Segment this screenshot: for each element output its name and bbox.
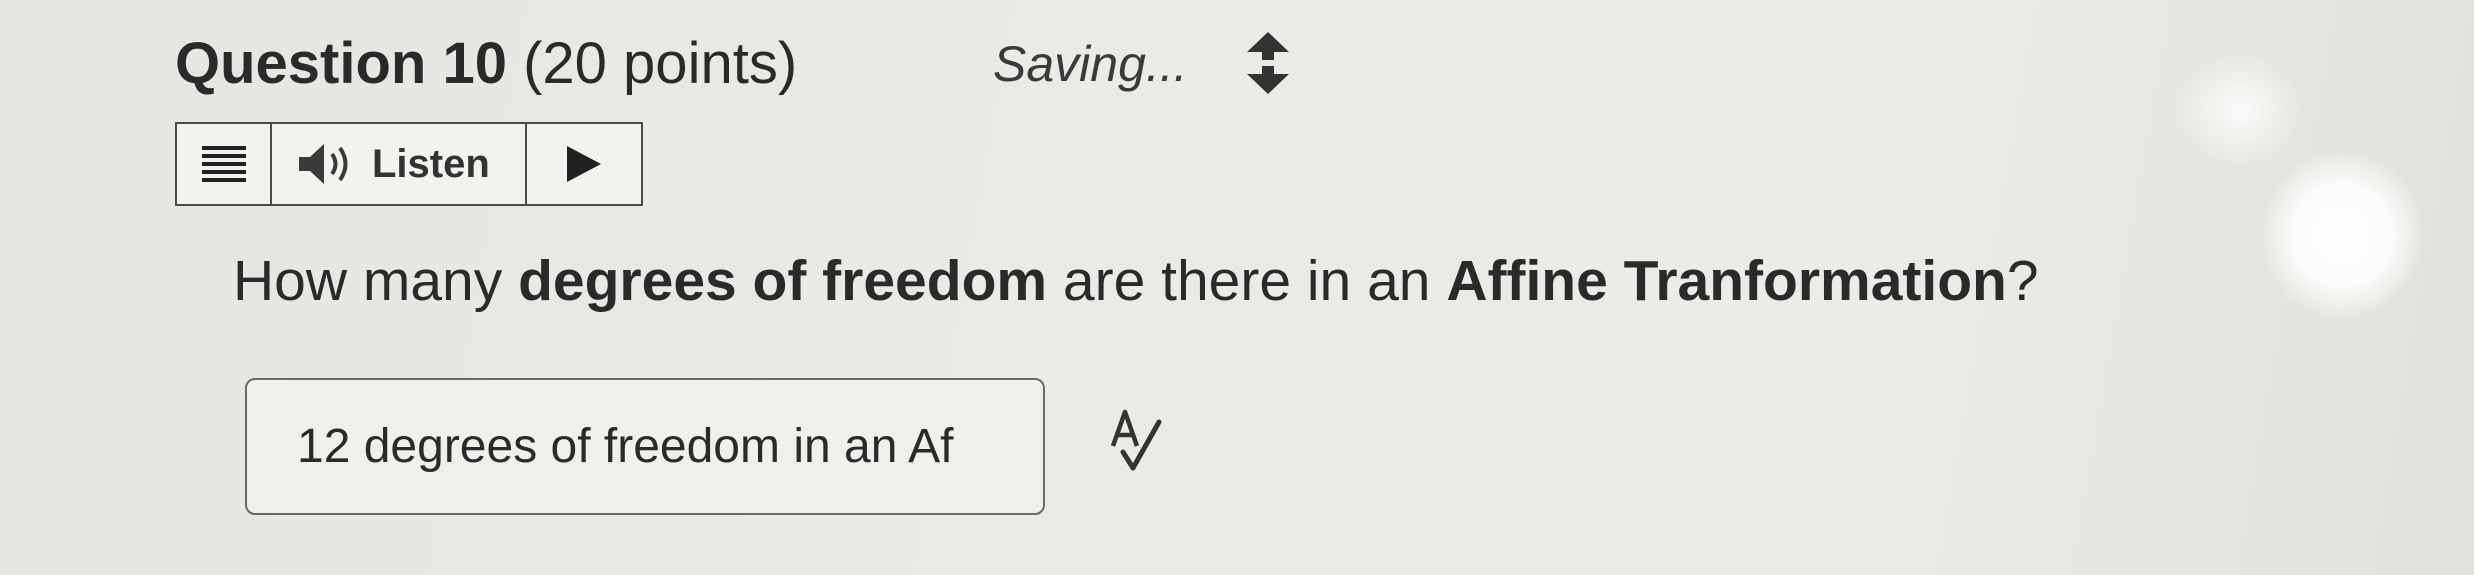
spellcheck-icon[interactable] xyxy=(1105,408,1165,474)
screen-glare xyxy=(2265,155,2420,315)
menu-icon xyxy=(201,146,246,182)
listen-label: Listen xyxy=(372,141,490,186)
listen-button[interactable]: Listen xyxy=(272,124,527,204)
readspeaker-toolbar: Listen xyxy=(175,122,643,206)
prompt-text: ? xyxy=(2006,249,2039,313)
prompt-emphasis: degrees of freedom xyxy=(518,249,1048,313)
question-number: Question 10 xyxy=(175,31,507,96)
question-prompt: How many degrees of freedom are there in… xyxy=(233,245,2039,317)
answer-value: 12 degrees of freedom in an Af xyxy=(297,420,954,473)
answer-input[interactable]: 12 degrees of freedom in an Af xyxy=(245,378,1045,515)
question-title: Question 10 (20 points) xyxy=(175,28,797,100)
prompt-text: are there in an xyxy=(1047,249,1447,313)
screen-glare xyxy=(2180,55,2300,165)
speaker-icon xyxy=(299,144,348,184)
sync-icon xyxy=(1247,32,1289,94)
question-points: (20 points) xyxy=(523,31,798,96)
prompt-emphasis: Affine Tranformation xyxy=(1446,249,2007,313)
menu-button[interactable] xyxy=(177,124,272,204)
play-icon xyxy=(567,146,601,182)
saving-status: Saving... xyxy=(993,36,1188,92)
prompt-text: How many xyxy=(233,249,519,313)
play-button[interactable] xyxy=(527,124,641,204)
